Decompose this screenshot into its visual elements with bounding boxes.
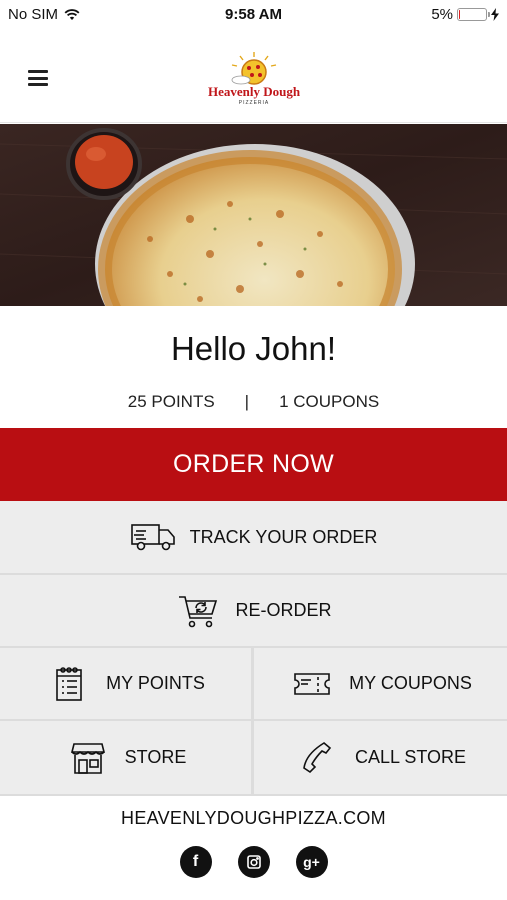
instagram-icon[interactable] <box>237 846 270 878</box>
call-store-button[interactable]: CALL STORE <box>254 721 507 794</box>
hamburger-menu-icon[interactable] <box>28 70 48 86</box>
reorder-button[interactable]: RE-ORDER <box>0 575 507 646</box>
store-button[interactable]: STORE <box>0 721 251 794</box>
status-bar: No SIM 9:58 AM 5% <box>0 0 507 28</box>
track-order-button[interactable]: TRACK YOUR ORDER <box>0 501 507 573</box>
summary-separator: | <box>244 392 250 411</box>
my-points-label: MY POINTS <box>106 673 205 693</box>
google-plus-glyph: g+ <box>303 854 320 870</box>
battery-level <box>459 10 461 19</box>
track-order-label: TRACK YOUR ORDER <box>189 526 378 547</box>
ticket-icon <box>289 664 335 704</box>
store-label: STORE <box>124 747 187 767</box>
battery-group: 5% <box>431 6 499 23</box>
google-plus-icon[interactable]: g+ <box>295 846 328 878</box>
call-store-label: CALL STORE <box>354 747 467 767</box>
battery-icon <box>457 8 490 21</box>
greeting-heading: Hello John! <box>170 330 337 367</box>
reorder-label: RE-ORDER <box>235 600 332 620</box>
coupons-count: 1 COUPONS <box>279 392 380 411</box>
facebook-icon[interactable]: f <box>179 846 212 878</box>
rewards-summary: 25 POINTS | 1 COUPONS <box>0 392 507 412</box>
app-header: Heavenly Dough PIZZERIA <box>0 28 507 123</box>
phone-icon <box>295 738 341 778</box>
divider <box>0 794 507 796</box>
brand-logo: Heavenly Dough PIZZERIA <box>204 50 304 106</box>
social-links: f g+ <box>0 846 507 878</box>
my-coupons-label: MY COUPONS <box>349 673 472 693</box>
points-list-icon <box>46 664 92 704</box>
website-link[interactable]: HEAVENLYDOUGHPIZZA.COM <box>0 808 507 829</box>
my-coupons-button[interactable]: MY COUPONS <box>254 648 507 719</box>
order-now-button[interactable]: ORDER NOW <box>0 428 507 501</box>
hero-pizza-image <box>0 124 507 306</box>
logo-wordmark: Heavenly Dough <box>207 84 301 99</box>
logo-subtext: PIZZERIA <box>238 100 270 106</box>
points-count: 25 POINTS <box>127 392 215 411</box>
cart-refresh-icon <box>175 591 221 631</box>
pizza-logo-icon <box>231 52 277 85</box>
battery-percent: 5% <box>431 6 453 23</box>
delivery-truck-icon <box>130 517 176 557</box>
charging-bolt-icon <box>491 8 499 21</box>
facebook-glyph: f <box>192 853 199 870</box>
storefront-icon <box>65 738 111 778</box>
my-points-button[interactable]: MY POINTS <box>0 648 251 719</box>
